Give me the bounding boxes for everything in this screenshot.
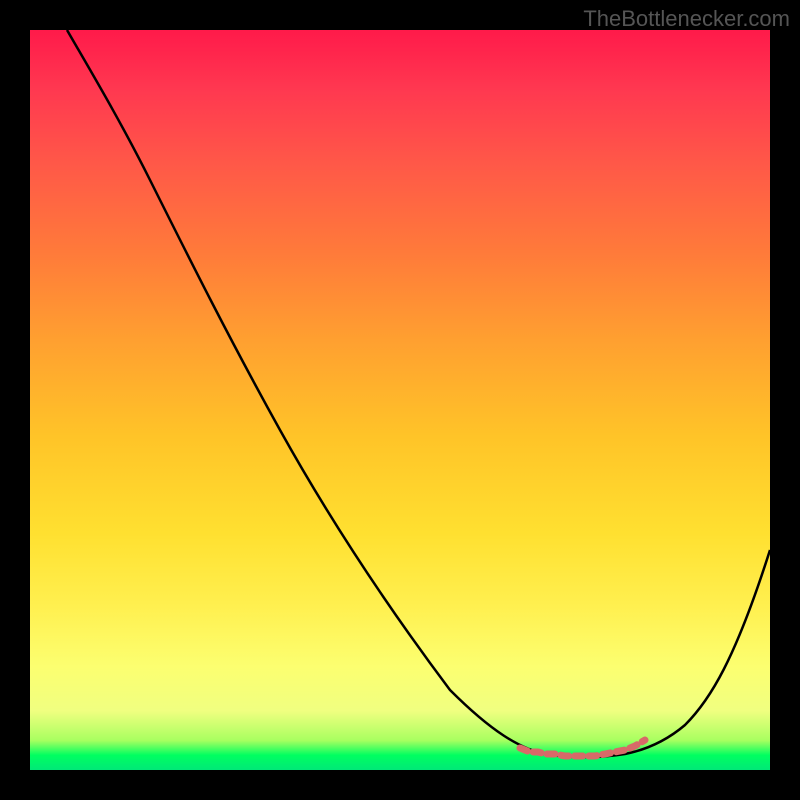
chart-plot-area bbox=[30, 30, 770, 770]
watermark-text: TheBottlenecker.com bbox=[583, 6, 790, 32]
main-curve-line bbox=[67, 30, 770, 757]
chart-svg bbox=[30, 30, 770, 770]
